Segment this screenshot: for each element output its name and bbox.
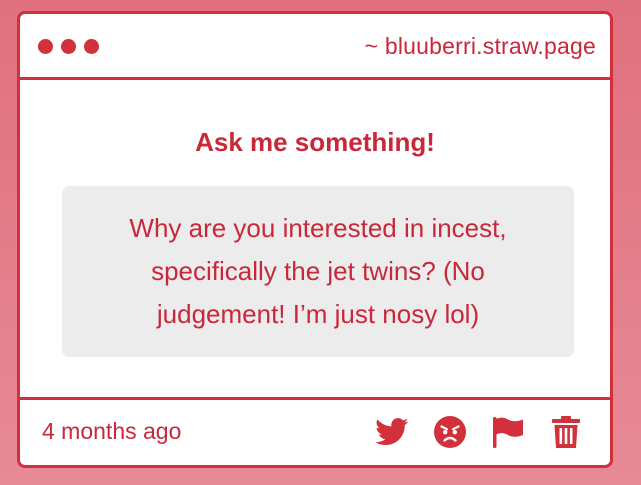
- main-content: Ask me something! Why are you interested…: [20, 80, 610, 400]
- window-dots: [38, 39, 99, 54]
- window-titlebar: ~ bluuberri.straw.page: [20, 14, 610, 80]
- question-box: Why are you interested in incest, specif…: [62, 186, 574, 357]
- angry-face-icon[interactable]: [432, 414, 468, 450]
- site-link[interactable]: ~ bluuberri.straw.page: [365, 33, 596, 60]
- page-title: Ask me something!: [195, 127, 435, 157]
- ask-card: ~ bluuberri.straw.page Ask me something!…: [17, 11, 613, 468]
- twitter-icon[interactable]: [374, 414, 410, 450]
- timestamp: 4 months ago: [42, 418, 182, 444]
- trash-icon[interactable]: [548, 414, 584, 450]
- action-bar: [374, 414, 584, 450]
- card-footer: 4 months ago: [20, 397, 610, 465]
- flag-icon[interactable]: [490, 414, 526, 450]
- window-dot-icon: [61, 39, 76, 54]
- window-dot-icon: [38, 39, 53, 54]
- question-text: Why are you interested in incest, specif…: [129, 213, 507, 329]
- window-dot-icon: [84, 39, 99, 54]
